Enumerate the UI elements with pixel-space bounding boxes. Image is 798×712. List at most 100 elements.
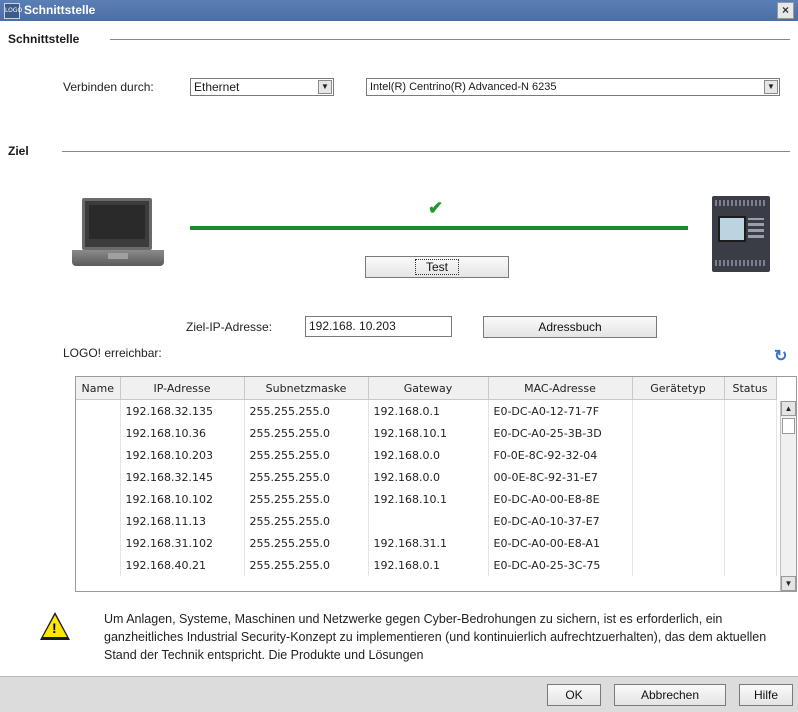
table-cell: E0-DC-A0-25-3C-75 (488, 554, 633, 576)
connect-via-label: Verbinden durch: (63, 80, 154, 94)
table-cell (724, 510, 777, 532)
pc-icon (72, 198, 164, 274)
connect-via-value: Ethernet (194, 80, 240, 94)
table-cell (368, 510, 489, 532)
table-cell (632, 554, 725, 576)
close-button[interactable]: × (777, 2, 794, 19)
table-cell: 192.168.10.1 (368, 488, 489, 510)
table-cell: 192.168.40.21 (120, 554, 245, 576)
table-cell (76, 532, 121, 554)
table-cell (724, 532, 777, 554)
table-cell: F0-0E-8C-92-32-04 (488, 444, 633, 466)
table-cell: 192.168.10.1 (368, 422, 489, 444)
security-warning-text: Um Anlagen, Systeme, Maschinen und Netzw… (104, 612, 767, 662)
column-header[interactable]: IP-Adresse (120, 377, 245, 400)
checkmark-icon: ✔ (428, 198, 444, 218)
table-row[interactable]: 192.168.10.203 255.255.255.0 192.168.0.0 F0… (76, 444, 777, 466)
table-cell: 192.168.10.36 (120, 422, 245, 444)
scroll-down-icon[interactable]: ▼ (781, 576, 796, 591)
table-cell (76, 466, 121, 488)
table-row[interactable]: 192.168.31.102 255.255.255.0 192.168.31.1 E… (76, 532, 777, 554)
table-cell (724, 466, 777, 488)
table-cell (76, 444, 121, 466)
logo-device-icon (712, 196, 770, 272)
table-scrollbar[interactable]: ▲ ▼ (780, 401, 796, 591)
table-row[interactable]: 192.168.40.21 255.255.255.0 192.168.0.1 E0-… (76, 554, 777, 576)
table-cell (76, 488, 121, 510)
table-cell: 192.168.0.1 (368, 399, 489, 422)
table-cell: 192.168.0.0 (368, 466, 489, 488)
test-button[interactable]: Test (365, 256, 509, 278)
address-book-button[interactable]: Adressbuch (483, 316, 657, 338)
table-row[interactable]: 192.168.10.36 255.255.255.0 192.168.10.1 E0… (76, 422, 777, 444)
table-cell: E0-DC-A0-00-E8-8E (488, 488, 633, 510)
table-cell: 255.255.255.0 (244, 466, 369, 488)
table-cell: 255.255.255.0 (244, 510, 369, 532)
column-header[interactable]: MAC-Adresse (488, 377, 633, 400)
table-row[interactable]: 192.168.11.13 255.255.255.0 E0-DC-A0-10-37… (76, 510, 777, 532)
table-cell (632, 466, 725, 488)
column-header[interactable]: Name (76, 377, 121, 400)
section-divider (110, 39, 790, 40)
chevron-down-icon[interactable]: ▼ (318, 80, 332, 94)
section-divider (62, 151, 790, 152)
column-header[interactable]: Gateway (368, 377, 489, 400)
table-cell (76, 510, 121, 532)
title-bar: LOGO Schnittstelle × (0, 0, 798, 21)
table-cell: E0-DC-A0-12-71-7F (488, 399, 633, 422)
table-cell: E0-DC-A0-25-3B-3D (488, 422, 633, 444)
window-title: Schnittstelle (24, 3, 96, 17)
table-cell: E0-DC-A0-00-E8-A1 (488, 532, 633, 554)
dialog-footer: OK Abbrechen Hilfe (0, 676, 798, 712)
table-cell: 255.255.255.0 (244, 488, 369, 510)
table-cell: 255.255.255.0 (244, 532, 369, 554)
table-cell: 192.168.10.102 (120, 488, 245, 510)
scroll-thumb[interactable] (782, 418, 795, 434)
logo-icon: LOGO (4, 3, 22, 19)
device-table: Name IP-Adresse Subnetzmaske Gateway MAC-Adr… (75, 376, 797, 592)
column-header[interactable]: Subnetzmaske (244, 377, 369, 400)
connect-via-select[interactable]: Ethernet ▼ (190, 78, 334, 96)
warning-icon: ! (40, 612, 70, 640)
help-button[interactable]: Hilfe (739, 684, 793, 706)
table-cell: 255.255.255.0 (244, 399, 369, 422)
column-header[interactable]: Status (724, 377, 777, 400)
target-ip-label: Ziel-IP-Adresse: (186, 320, 273, 334)
table-cell (632, 422, 725, 444)
table-cell (76, 554, 121, 576)
column-header[interactable]: Gerätetyp (632, 377, 725, 400)
table-row[interactable]: 192.168.10.102 255.255.255.0 192.168.10.1 E… (76, 488, 777, 510)
table-cell: 255.255.255.0 (244, 444, 369, 466)
table-cell: 192.168.0.0 (368, 444, 489, 466)
table-cell: 192.168.10.203 (120, 444, 245, 466)
table-cell (724, 422, 777, 444)
table-cell: 192.168.32.135 (120, 399, 245, 422)
table-cell: 192.168.0.1 (368, 554, 489, 576)
table-cell: 192.168.11.13 (120, 510, 245, 532)
table-row[interactable]: 192.168.32.135 255.255.255.0 192.168.0.1 E0… (76, 399, 777, 422)
table-cell: 00-0E-8C-92-31-E7 (488, 466, 633, 488)
table-row[interactable]: 192.168.32.145 255.255.255.0 192.168.0.0 00… (76, 466, 777, 488)
scroll-up-icon[interactable]: ▲ (781, 401, 796, 416)
network-adapter-select[interactable]: Intel(R) Centrino(R) Advanced-N 6235 ▼ (366, 78, 780, 96)
table-cell (632, 399, 725, 422)
ok-button[interactable]: OK (547, 684, 601, 706)
refresh-icon[interactable]: ↻ (774, 346, 787, 366)
table-cell: 192.168.32.145 (120, 466, 245, 488)
table-cell (724, 444, 777, 466)
device-table-grid: Name IP-Adresse Subnetzmaske Gateway MAC-Adr… (76, 377, 777, 576)
table-cell (724, 488, 777, 510)
table-cell: E0-DC-A0-10-37-E7 (488, 510, 633, 532)
table-cell (632, 510, 725, 532)
test-button-label: Test (414, 259, 460, 275)
table-cell: 192.168.31.1 (368, 532, 489, 554)
section-heading-schnittstelle: Schnittstelle (8, 32, 80, 46)
network-adapter-value: Intel(R) Centrino(R) Advanced-N 6235 (370, 81, 557, 93)
target-ip-input[interactable]: 192.168. 10.203 (305, 316, 452, 337)
cancel-button[interactable]: Abbrechen (614, 684, 726, 706)
table-cell (724, 399, 777, 422)
chevron-down-icon[interactable]: ▼ (764, 80, 778, 94)
table-cell: 255.255.255.0 (244, 554, 369, 576)
table-cell (76, 399, 121, 422)
table-cell: 192.168.31.102 (120, 532, 245, 554)
